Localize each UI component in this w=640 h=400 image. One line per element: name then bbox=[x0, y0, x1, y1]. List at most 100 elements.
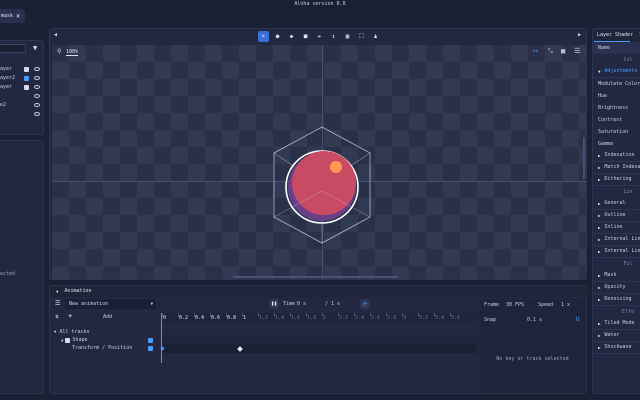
ruler-label: 0.4 bbox=[195, 315, 205, 321]
close-icon[interactable]: ✕ bbox=[16, 12, 20, 20]
inspector-section[interactable]: ▶ Water bbox=[593, 330, 640, 342]
tab-layer-shader[interactable]: Layer Shader bbox=[593, 33, 633, 38]
list-item[interactable]: ▼ Shape bbox=[61, 338, 87, 343]
fill-icon[interactable]: ◆ bbox=[286, 31, 297, 42]
time-value[interactable]: 0 s bbox=[297, 302, 306, 307]
chevron-right-icon: ▶ bbox=[598, 321, 601, 326]
square-icon[interactable]: ■ bbox=[300, 31, 311, 42]
inspector-property[interactable]: Contrast bbox=[593, 114, 640, 126]
track-row[interactable] bbox=[162, 337, 477, 345]
section-title: Denoising bbox=[604, 296, 632, 302]
menu-icon[interactable]: ☰ bbox=[574, 48, 580, 55]
horizontal-scrollbar[interactable] bbox=[233, 276, 398, 278]
frame-icon[interactable]: ⛶ bbox=[356, 31, 367, 42]
layer-item[interactable]: ayer bbox=[0, 83, 44, 92]
document-tab[interactable]: mask ✕ bbox=[0, 9, 25, 23]
collapse-arrow-icon[interactable]: ▼ bbox=[56, 289, 58, 294]
zoom-icon[interactable]: ⚲ bbox=[57, 49, 61, 55]
vertical-scrollbar[interactable] bbox=[583, 137, 585, 179]
inspector-section[interactable]: ▼ Adjustments bbox=[593, 66, 640, 78]
add-track-button[interactable]: Add bbox=[103, 315, 112, 320]
add-icon[interactable]: + bbox=[68, 313, 72, 320]
inspector-property[interactable]: Saturation bbox=[593, 126, 640, 138]
pen-icon[interactable]: ✒ bbox=[314, 31, 325, 42]
section-title: General bbox=[604, 200, 626, 206]
ruler-label: 2.4 bbox=[355, 315, 365, 321]
shape-sphere[interactable] bbox=[270, 125, 374, 245]
inspector-section[interactable]: ▶ Inline bbox=[593, 222, 640, 234]
inspector-section[interactable]: ▶ Denoising bbox=[593, 294, 640, 306]
inspector-section[interactable]: ▶ Dithering bbox=[593, 174, 640, 186]
inspector-section[interactable]: ▶ Shockwave bbox=[593, 342, 640, 354]
collapse-left-icon[interactable]: ◀ bbox=[54, 33, 57, 38]
layer-item[interactable]: e2 bbox=[0, 101, 44, 110]
fps-value[interactable]: 30 FPS bbox=[506, 303, 524, 308]
fit-icon[interactable]: ⤡ bbox=[548, 49, 553, 55]
tab-second[interactable]: S bbox=[633, 33, 640, 38]
inspector-section[interactable]: ▶ Opacity bbox=[593, 282, 640, 294]
grid-icon[interactable]: ▦ bbox=[561, 48, 565, 55]
name-field[interactable]: Name bbox=[593, 42, 640, 54]
ruler-label: 0.6 bbox=[211, 315, 221, 321]
property-label: Hue bbox=[598, 92, 608, 99]
track-enable-checkbox[interactable] bbox=[148, 346, 153, 351]
inspector-section[interactable]: ▶ Tiled Mode bbox=[593, 318, 640, 330]
lock-icon[interactable] bbox=[24, 76, 29, 81]
document-tab-label: mask bbox=[1, 12, 14, 19]
name-label: Name bbox=[598, 44, 611, 51]
track-enable-checkbox[interactable] bbox=[148, 338, 153, 343]
eye-icon[interactable] bbox=[34, 76, 40, 80]
expand-icon[interactable]: ↕ bbox=[328, 31, 339, 42]
inspector-property[interactable]: Modulate Color bbox=[593, 78, 640, 90]
ruler-label: 3.4 bbox=[435, 315, 445, 321]
ruler-label: 0.2 bbox=[179, 315, 189, 321]
eye-icon[interactable] bbox=[34, 67, 40, 71]
eye-icon[interactable] bbox=[34, 103, 40, 107]
ruler-label: 3 bbox=[403, 315, 407, 321]
zoom-level[interactable]: 100% bbox=[66, 50, 79, 56]
loop-button[interactable]: ⟳ bbox=[360, 299, 370, 309]
inspector-property[interactable]: Brightness bbox=[593, 102, 640, 114]
sort-icon[interactable]: ⇅ bbox=[55, 314, 59, 320]
layer-item[interactable] bbox=[0, 92, 44, 101]
ruler-label: 1.6 bbox=[291, 315, 301, 321]
list-icon[interactable]: ☰ bbox=[55, 301, 60, 307]
stamp-icon[interactable]: ♟ bbox=[370, 31, 381, 42]
inspector-section[interactable]: ▶Internal Line F bbox=[593, 246, 640, 258]
speed-value[interactable]: 1 x bbox=[561, 303, 570, 308]
inspector-section[interactable]: ▶Internal Line F bbox=[593, 234, 640, 246]
layer-item[interactable] bbox=[0, 110, 44, 119]
inspector-section[interactable]: ▶ Mask bbox=[593, 270, 640, 282]
timeline-ruler[interactable]: 0 0.2 0.4 0.6 0.8 1 1.2 1.4 1.6 1.8 2 2.2 2.4 2.6 2.8 3… bbox=[161, 313, 477, 322]
animation-select[interactable]: New animation ▼ bbox=[65, 299, 156, 309]
eye-icon[interactable] bbox=[34, 112, 40, 116]
track-row[interactable] bbox=[162, 345, 477, 353]
ruler-label: 3.2 bbox=[419, 315, 429, 321]
brush-icon[interactable]: ● bbox=[272, 31, 283, 42]
lock-icon[interactable] bbox=[24, 67, 29, 72]
inspector-property[interactable]: Gamma bbox=[593, 138, 640, 150]
section-title: Inline bbox=[604, 224, 623, 230]
inspector-section[interactable]: ▶ General bbox=[593, 198, 640, 210]
list-item[interactable]: Transform / Position bbox=[72, 346, 132, 351]
collapse-right-icon[interactable]: ▶ bbox=[578, 33, 581, 38]
snap-icon[interactable]: ⚯ bbox=[533, 49, 538, 55]
layer-item[interactable]: ayer bbox=[0, 65, 44, 74]
inspector-property[interactable]: Hue bbox=[593, 90, 640, 102]
eye-icon[interactable] bbox=[34, 85, 40, 89]
lock-icon[interactable] bbox=[24, 85, 29, 90]
layers-search-input[interactable] bbox=[0, 44, 26, 53]
transform-icon[interactable]: ▣ bbox=[342, 31, 353, 42]
inspector-section[interactable]: ▶ Indexation bbox=[593, 150, 640, 162]
canvas[interactable]: ⚲ 100% ⚯ ⤡ ▦ ☰ bbox=[52, 45, 586, 279]
layer-item[interactable]: ayer2 bbox=[0, 74, 44, 83]
inspector-section[interactable]: ▶Match Indexatio bbox=[593, 162, 640, 174]
play-pause-button[interactable]: ❚❚ bbox=[269, 299, 279, 309]
list-item[interactable]: ▼ All tracks bbox=[54, 330, 90, 335]
inspector-section[interactable]: ▶ Outline bbox=[593, 210, 640, 222]
snap-value[interactable]: 0.1 s bbox=[527, 318, 542, 323]
filter-icon[interactable]: ▼ bbox=[33, 45, 37, 52]
cursor-icon[interactable]: ➤ bbox=[258, 31, 269, 42]
magnet-icon[interactable]: U bbox=[576, 317, 580, 323]
eye-icon[interactable] bbox=[34, 94, 40, 98]
